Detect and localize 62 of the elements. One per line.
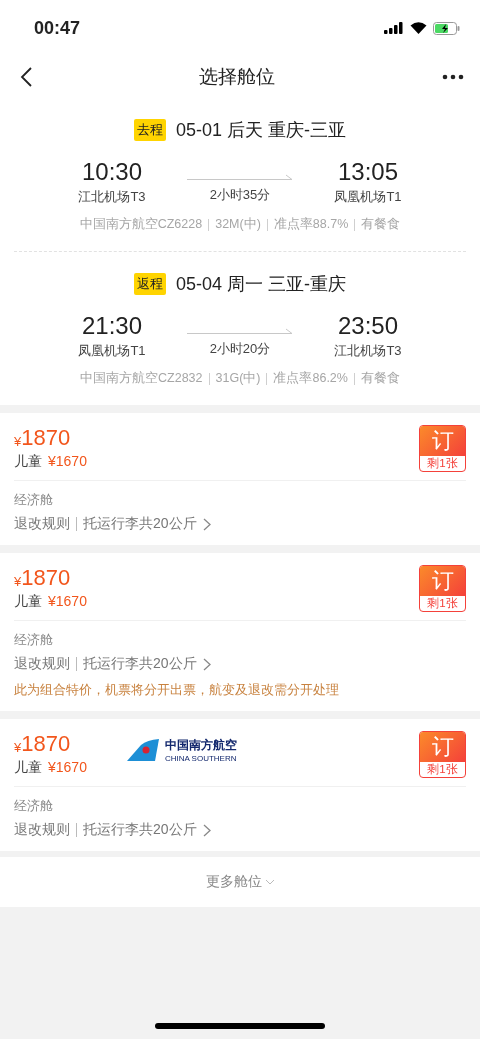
status-time: 00:47 <box>34 17 81 39</box>
chevron-right-icon[interactable] <box>202 823 211 837</box>
child-label: 儿童 <box>14 453 42 471</box>
arrive-time: 13:05 <box>337 158 399 186</box>
wifi-icon <box>410 22 427 34</box>
arrive-airport: 江北机场T3 <box>334 342 402 360</box>
cabin-class: 经济舱 <box>14 797 54 815</box>
depart-airport: 江北机场T3 <box>78 188 146 206</box>
currency-sign: ¥ <box>14 573 22 589</box>
battery-icon <box>433 21 460 35</box>
cabin-class: 经济舱 <box>14 631 54 649</box>
signal-icon <box>384 22 404 34</box>
page-title: 选择舱位 <box>199 65 275 89</box>
price: 1870 <box>21 731 71 757</box>
trip-header: 05-04 周一 三亚-重庆 <box>175 273 346 296</box>
child-price: ¥1670 <box>48 593 87 609</box>
refund-rules-link[interactable]: 退改规则 <box>14 515 70 533</box>
flight-detail: 中国南方航空CZ6228 <box>79 216 203 233</box>
trip-tag: 返程 <box>133 273 166 295</box>
flight-detail: 准点率88.7% <box>273 216 349 233</box>
book-button[interactable]: 订 剩1张 <box>419 425 466 472</box>
cabin-class: 经济舱 <box>14 491 54 509</box>
price: 1870 <box>21 565 71 591</box>
book-button[interactable]: 订 剩1张 <box>419 731 466 778</box>
chevron-down-icon <box>264 879 275 885</box>
flight-detail: 有餐食 <box>361 216 401 233</box>
trip-header: 05-01 后天 重庆-三亚 <box>175 119 346 142</box>
baggage-link[interactable]: 托运行李共20公斤 <box>83 515 197 533</box>
flight-detail: 准点率86.2% <box>273 370 348 387</box>
arrive-airport: 凤凰机场T1 <box>334 188 402 206</box>
depart-time: 10:30 <box>81 158 143 186</box>
back-icon[interactable] <box>20 67 32 87</box>
refund-rules-link[interactable]: 退改规则 <box>14 821 70 839</box>
chevron-right-icon[interactable] <box>202 517 211 531</box>
arrive-time: 23:50 <box>337 312 399 340</box>
flight-detail: 31G(中) <box>215 370 261 387</box>
flight-detail: 中国南方航空CZ2832 <box>80 370 203 387</box>
duration: 2小时20分 <box>209 340 271 358</box>
flight-detail: 32M(中) <box>215 216 261 233</box>
flight-detail: 有餐食 <box>360 370 400 387</box>
duration: 2小时35分 <box>209 186 271 204</box>
baggage-link[interactable]: 托运行李共20公斤 <box>83 655 197 673</box>
price: 1870 <box>21 425 71 451</box>
airline-name-english: CHINA SOUTHERN <box>164 754 237 763</box>
more-icon[interactable] <box>442 74 464 80</box>
refund-rules-link[interactable]: 退改规则 <box>14 655 70 673</box>
chevron-right-icon[interactable] <box>202 657 211 671</box>
child-label: 儿童 <box>14 593 42 611</box>
more-cabins-button[interactable]: 更多舱位 <box>199 872 281 892</box>
currency-sign: ¥ <box>14 433 22 449</box>
baggage-link[interactable]: 托运行李共20公斤 <box>83 821 197 839</box>
notice-text: 此为组合特价，机票将分开出票，航变及退改需分开处理 <box>14 681 340 699</box>
depart-time: 21:30 <box>81 312 143 340</box>
airline-name: 中国南方航空 <box>164 737 237 754</box>
depart-airport: 凤凰机场T1 <box>78 342 146 360</box>
currency-sign: ¥ <box>14 739 22 755</box>
child-price: ¥1670 <box>48 453 87 469</box>
child-price: ¥1670 <box>48 759 87 775</box>
trip-tag: 去程 <box>133 119 166 141</box>
tail-logo-icon <box>126 739 159 761</box>
child-label: 儿童 <box>14 759 42 777</box>
book-button[interactable]: 订 剩1张 <box>419 565 466 612</box>
